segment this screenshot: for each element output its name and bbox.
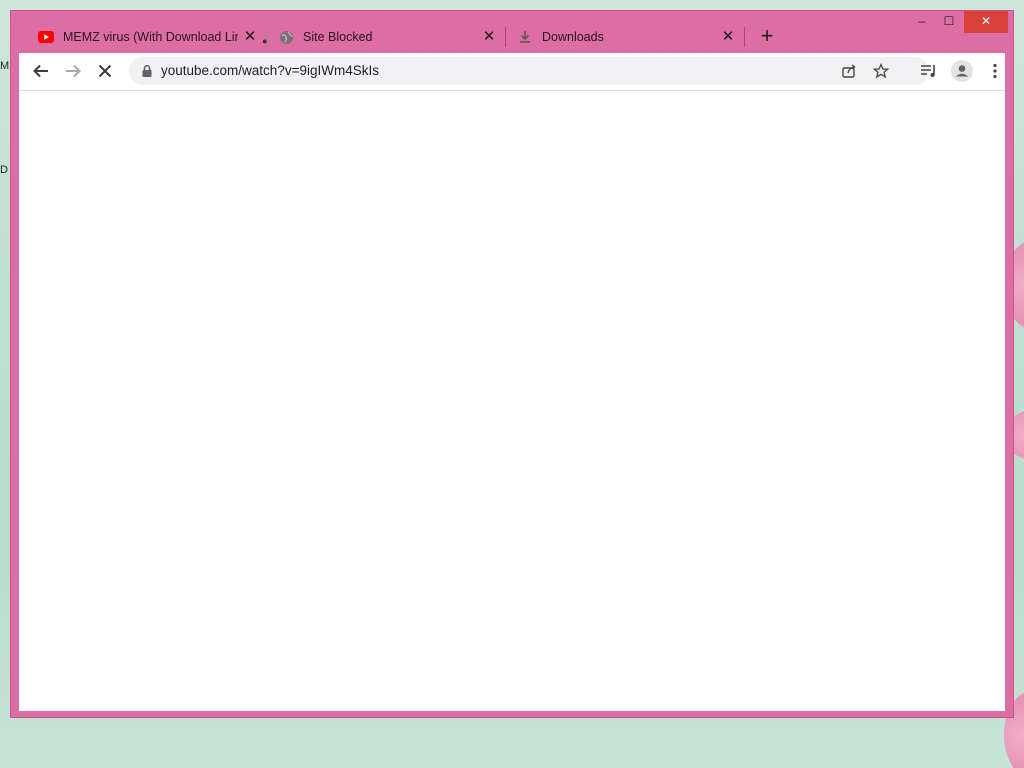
star-icon	[873, 63, 889, 79]
menu-button[interactable]	[981, 57, 1009, 85]
share-button[interactable]	[835, 57, 863, 85]
avatar-icon	[951, 60, 973, 82]
browser-window: MEMZ virus (With Download Link) ✕ ● Site…	[10, 10, 1014, 718]
stop-loading-button[interactable]	[91, 57, 119, 85]
media-control-button[interactable]	[915, 57, 943, 85]
maximize-button[interactable]: ☐	[935, 11, 963, 33]
forward-button[interactable]	[59, 57, 87, 85]
close-window-button[interactable]: ✕	[964, 11, 1008, 33]
globe-icon	[278, 29, 294, 45]
tab-site-blocked[interactable]: Site Blocked ✕	[251, 19, 506, 53]
browser-toolbar: youtube.com/watch?v=9igIWm4SkIs	[19, 53, 1005, 91]
tab-strip: MEMZ virus (With Download Link) ✕ ● Site…	[11, 11, 1013, 53]
download-icon	[517, 29, 533, 45]
playlist-icon	[921, 65, 935, 77]
lock-icon[interactable]	[140, 64, 154, 78]
tab-downloads[interactable]: Downloads ✕	[490, 19, 745, 53]
youtube-icon	[38, 29, 54, 45]
tab-title: MEMZ virus (With Download Link)	[63, 30, 238, 44]
tab-memz-video[interactable]: MEMZ virus (With Download Link) ✕	[11, 19, 266, 53]
bookmark-button[interactable]	[867, 57, 895, 85]
tab-close-icon[interactable]: ✕	[719, 28, 737, 46]
page-content	[19, 91, 1005, 711]
tab-title: Downloads	[542, 30, 604, 44]
desktop-icon-partial[interactable]: M	[0, 60, 10, 74]
profile-button[interactable]	[948, 57, 976, 85]
arrow-left-icon	[33, 64, 48, 78]
tab-separator	[744, 27, 745, 47]
tab-title: Site Blocked	[303, 30, 373, 44]
back-button[interactable]	[27, 57, 55, 85]
arrow-right-icon	[66, 64, 81, 78]
minimize-button[interactable]: –	[908, 11, 936, 33]
address-bar[interactable]: youtube.com/watch?v=9igIWm4SkIs	[129, 57, 929, 85]
close-icon	[98, 64, 112, 78]
desktop-icon-partial[interactable]: D	[0, 164, 10, 178]
url-text[interactable]: youtube.com/watch?v=9igIWm4SkIs	[161, 63, 379, 78]
share-icon	[842, 64, 856, 78]
more-vert-icon	[993, 63, 997, 79]
new-tab-button[interactable]: +	[755, 25, 779, 49]
